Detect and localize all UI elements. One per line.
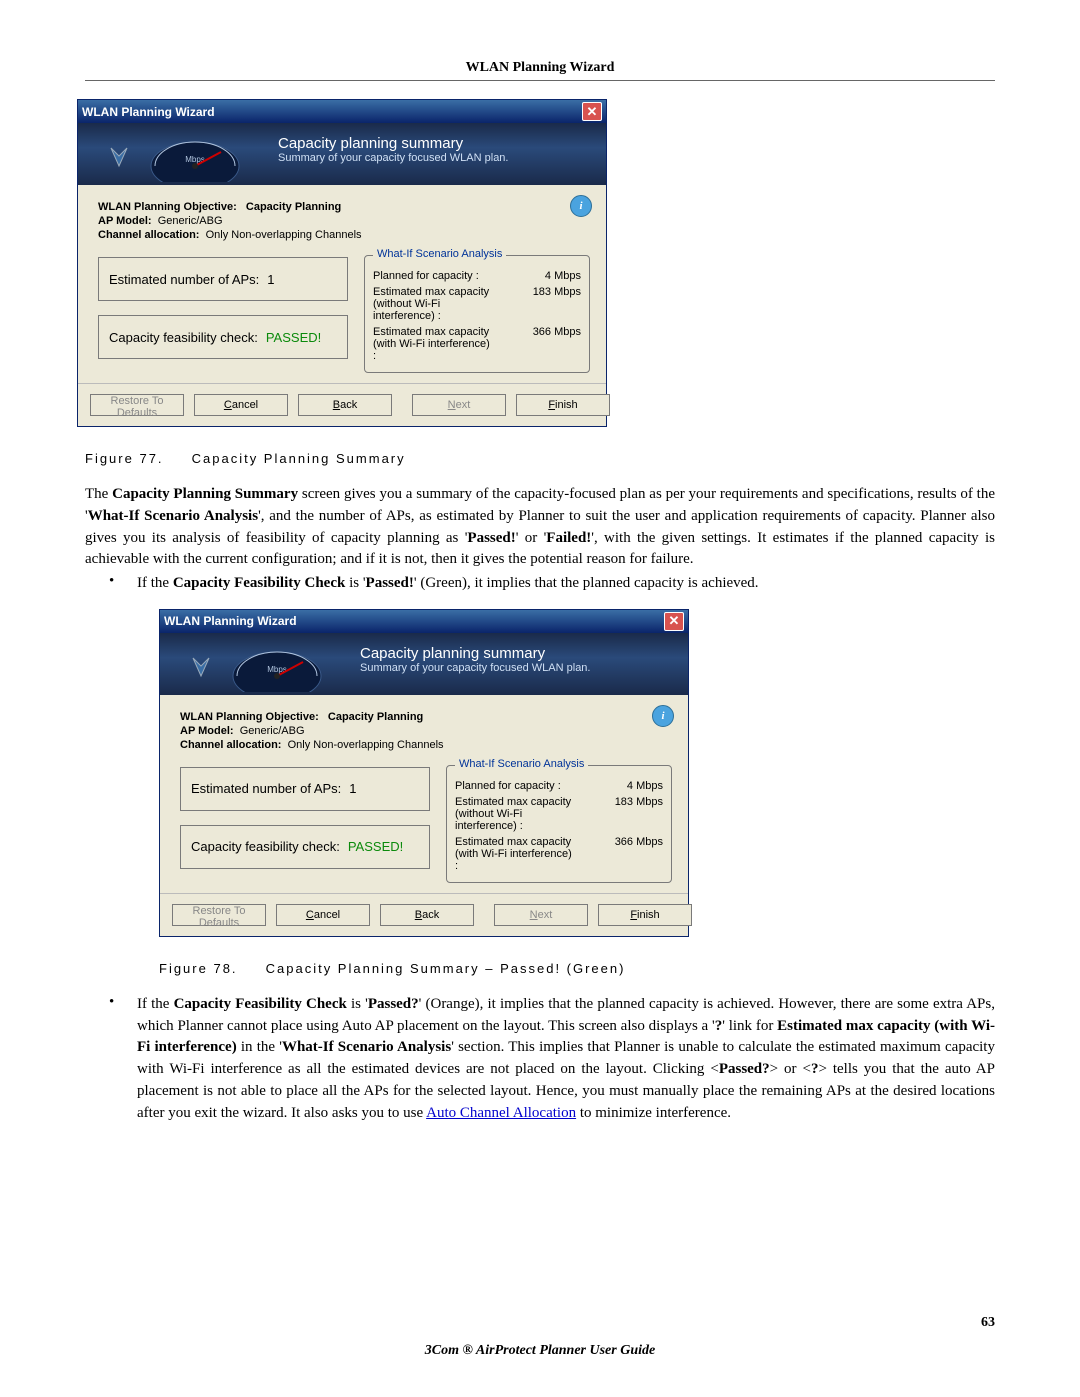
banner: Mbps Capacity planning summary Summary o… [78,123,606,185]
chan-value: Only Non-overlapping Channels [206,229,362,241]
wifi-value: 366 Mbps [521,326,581,338]
spec-block: WLAN Planning Objective: Capacity Planni… [180,711,672,751]
gauge-icon: Mbps [160,633,356,695]
paragraph-1: The Capacity Planning Summary screen giv… [85,484,995,571]
bullet-2: • If the Capacity Feasibility Check is '… [109,994,995,1125]
objective-value: Capacity Planning [246,201,341,213]
finish-button[interactable]: Finish [516,394,610,416]
back-button[interactable]: Back [380,904,474,926]
banner-title: Capacity planning summary [360,645,678,662]
header-rule [85,80,995,81]
estimated-aps-box: Estimated number of APs: 1 [98,257,348,301]
banner-subtitle: Summary of your capacity focused WLAN pl… [278,152,596,164]
banner: Mbps Capacity planning summary Summary o… [160,633,688,695]
titlebar: WLAN Planning Wizard ✕ [78,100,606,123]
estimated-aps-box: Estimated number of APs: 1 [180,767,430,811]
button-bar: Restore To Defaults Cancel Back Next Fin… [160,893,688,936]
feasibility-box: Capacity feasibility check: PASSED! [180,825,430,869]
planned-value: 4 Mbps [521,270,581,282]
chan-label: Channel allocation: [98,229,199,241]
titlebar: WLAN Planning Wizard ✕ [160,610,688,633]
gauge-icon: Mbps [78,123,274,185]
info-icon[interactable]: i [652,705,674,727]
whatif-fieldset: What-If Scenario Analysis Planned for ca… [364,255,590,373]
wizard-dialog: WLAN Planning Wizard ✕ Mbps Capacity pla… [77,99,607,427]
titlebar-text: WLAN Planning Wizard [82,105,215,119]
estimated-aps-value: 1 [267,272,274,287]
running-header: WLAN Planning Wizard [85,60,995,76]
figure-caption-2: Figure 78. Capacity Planning Summary – P… [159,961,995,976]
feasibility-label: Capacity feasibility check: [109,330,258,345]
figure-caption-1: Figure 77. Capacity Planning Summary [85,451,995,466]
page-number: 63 [981,1315,995,1331]
estimated-aps-label: Estimated number of APs: [109,272,259,287]
close-icon[interactable]: ✕ [664,612,684,631]
auto-channel-link[interactable]: Auto Channel Allocation [426,1105,576,1121]
next-button[interactable]: Next [412,394,506,416]
cancel-button[interactable]: Cancel [276,904,370,926]
whatif-legend: What-If Scenario Analysis [373,248,506,260]
nowifi-value: 183 Mbps [521,286,581,298]
button-bar: Restore To Defaults Cancel Back Next Fin… [78,383,606,426]
apmodel-label: AP Model: [98,215,152,227]
wizard-dialog-2: WLAN Planning Wizard ✕ Mbps Capacity pla… [159,609,689,937]
titlebar-text: WLAN Planning Wizard [164,614,297,628]
whatif-fieldset: What-If Scenario Analysis Planned for ca… [446,765,672,883]
info-icon[interactable]: i [570,195,592,217]
banner-title: Capacity planning summary [278,135,596,152]
cancel-button[interactable]: Cancel [194,394,288,416]
planned-label: Planned for capacity : [373,270,479,282]
bullet-1: • If the Capacity Feasibility Check is '… [109,573,995,595]
back-button[interactable]: Back [298,394,392,416]
restore-button[interactable]: Restore To Defaults [90,394,184,416]
finish-button[interactable]: Finish [598,904,692,926]
objective-label: WLAN Planning Objective: [98,201,237,213]
apmodel-value: Generic/ABG [158,215,223,227]
restore-button[interactable]: Restore To Defaults [172,904,266,926]
close-icon[interactable]: ✕ [582,102,602,121]
spec-block: WLAN Planning Objective: Capacity Planni… [98,201,590,241]
feasibility-box: Capacity feasibility check: PASSED! [98,315,348,359]
footer: 3Com ® AirProtect Planner User Guide [0,1343,1080,1359]
nowifi-label: Estimated max capacity (without Wi-Fi in… [373,286,493,322]
feasibility-value: PASSED! [266,330,321,345]
next-button[interactable]: Next [494,904,588,926]
wifi-label: Estimated max capacity (with Wi-Fi inter… [373,326,493,362]
banner-subtitle: Summary of your capacity focused WLAN pl… [360,662,678,674]
